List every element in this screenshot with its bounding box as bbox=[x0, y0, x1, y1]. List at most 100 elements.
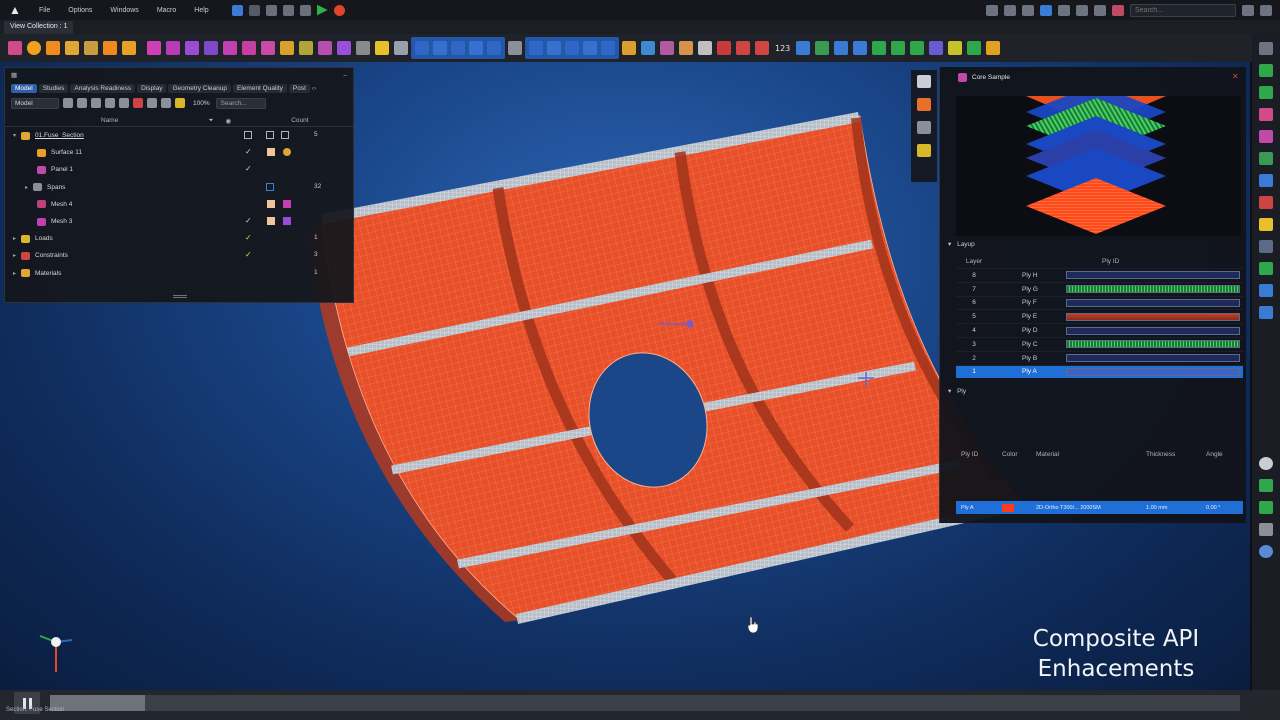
menu-help[interactable]: Help bbox=[185, 7, 217, 14]
name-filter-icon[interactable]: ⏷ bbox=[208, 117, 213, 125]
show-icon[interactable] bbox=[91, 98, 101, 108]
stack-tool-icon[interactable] bbox=[967, 41, 982, 55]
redo-icon[interactable] bbox=[248, 4, 260, 16]
list-icon[interactable] bbox=[161, 98, 171, 108]
cube-view-icon[interactable] bbox=[1259, 86, 1273, 99]
menu-options[interactable]: Options bbox=[59, 7, 101, 14]
sketch-icon[interactable] bbox=[1259, 218, 1273, 231]
tab-display[interactable]: Display bbox=[137, 83, 167, 93]
zoom-level[interactable]: 100% bbox=[193, 100, 210, 107]
geometry-tool-icon[interactable] bbox=[8, 41, 22, 55]
property-icon[interactable] bbox=[1259, 130, 1273, 143]
model-browser-toggle-icon[interactable] bbox=[1259, 64, 1273, 77]
tree-row-surface-11[interactable]: Surface 11 ✓ bbox=[5, 144, 353, 161]
display-box[interactable] bbox=[266, 182, 274, 191]
display-icon[interactable] bbox=[986, 4, 998, 16]
visible-check-icon[interactable]: ✓ bbox=[245, 234, 252, 242]
isolate-icon[interactable] bbox=[77, 98, 87, 108]
visible-check-icon[interactable]: ✓ bbox=[245, 165, 252, 173]
layup-row[interactable]: 3 Ply C bbox=[956, 336, 1243, 351]
ply-tool-icon[interactable] bbox=[815, 41, 830, 55]
solid-select-icon[interactable] bbox=[487, 41, 501, 55]
model-search-input[interactable]: Search... bbox=[215, 97, 266, 109]
menu-macro[interactable]: Macro bbox=[148, 7, 185, 14]
expand-arrow-icon[interactable]: ▾ bbox=[13, 132, 21, 139]
element-grid-icon[interactable] bbox=[601, 41, 615, 55]
beam-tool-icon[interactable] bbox=[280, 41, 294, 55]
undo-icon[interactable] bbox=[231, 4, 243, 16]
minimize-icon[interactable]: – bbox=[343, 72, 347, 79]
count-column[interactable]: Count bbox=[291, 117, 308, 124]
expand-arrow-icon[interactable]: ▸ bbox=[13, 270, 21, 277]
menu-icon[interactable] bbox=[1260, 4, 1272, 16]
material-cell[interactable]: 2D-Ortho T300/... 2000SM bbox=[1036, 505, 1146, 511]
settings-icon[interactable] bbox=[1022, 4, 1034, 16]
block-tool-icon[interactable] bbox=[122, 41, 136, 55]
view-collection-tab[interactable]: View Collection : 1 bbox=[4, 21, 74, 34]
graph-icon[interactable] bbox=[1259, 262, 1273, 275]
pin-tool-icon[interactable] bbox=[755, 41, 769, 55]
list-view-icon[interactable] bbox=[1259, 174, 1273, 187]
mesh-part-icon[interactable] bbox=[242, 41, 256, 55]
record-icon[interactable] bbox=[333, 4, 345, 16]
view-ply-icon[interactable] bbox=[917, 98, 931, 111]
core-sample-preview[interactable] bbox=[956, 96, 1241, 236]
surface-select-icon[interactable] bbox=[469, 41, 483, 55]
mesh-box-icon[interactable] bbox=[166, 41, 180, 55]
tree-row-mesh-3[interactable]: Mesh 3 ✓ bbox=[5, 213, 353, 230]
display-box[interactable] bbox=[266, 131, 274, 139]
table-icon[interactable] bbox=[1259, 240, 1273, 253]
nodes-tool-icon[interactable] bbox=[337, 41, 351, 55]
node-select-icon[interactable] bbox=[415, 41, 429, 55]
tree-row-spans[interactable]: ▸ Spans 32 bbox=[5, 179, 353, 196]
expand-icon[interactable] bbox=[119, 98, 129, 108]
spring-tool-icon[interactable] bbox=[717, 41, 731, 55]
globe-icon[interactable] bbox=[1259, 545, 1273, 558]
mass-tool-icon[interactable] bbox=[698, 41, 712, 55]
ply-section-header[interactable]: ▾ Ply bbox=[948, 387, 966, 395]
filter-view-icon[interactable] bbox=[1259, 196, 1273, 209]
sphere-tool-icon[interactable] bbox=[27, 41, 41, 55]
beam-section-icon[interactable] bbox=[834, 41, 849, 55]
user-icon[interactable] bbox=[1112, 4, 1124, 16]
constraint-tool-icon[interactable] bbox=[736, 41, 750, 55]
run-icon[interactable] bbox=[316, 4, 328, 16]
element-edge-icon[interactable] bbox=[547, 41, 561, 55]
paint-tool-icon[interactable] bbox=[986, 41, 1001, 55]
export-icon[interactable] bbox=[299, 4, 311, 16]
expand-arrow-icon[interactable]: ▸ bbox=[25, 184, 33, 191]
color-swatch[interactable] bbox=[267, 199, 275, 208]
ply-color-swatch[interactable] bbox=[1002, 503, 1014, 512]
close-icon[interactable]: ✕ bbox=[1232, 73, 1240, 81]
rigid-tool-icon[interactable] bbox=[660, 41, 674, 55]
tree-row-loads[interactable]: ▸ Loads ✓ 1 bbox=[5, 230, 353, 247]
shell-tool-icon[interactable] bbox=[910, 41, 925, 55]
curve-select-icon[interactable] bbox=[433, 41, 447, 55]
mesh-block-icon[interactable] bbox=[223, 41, 237, 55]
tree-row-panel-1[interactable]: Panel 1 ✓ bbox=[5, 161, 353, 178]
connect-tool-icon[interactable] bbox=[622, 41, 636, 55]
color-swatch[interactable] bbox=[267, 216, 275, 225]
tree-row-materials[interactable]: ▸ Materials 1 bbox=[5, 265, 353, 282]
tab-studies[interactable]: Studies bbox=[38, 83, 69, 93]
collapse-icon[interactable] bbox=[133, 98, 143, 108]
layup-row[interactable]: 4 Ply D bbox=[956, 323, 1243, 337]
thickness-cell[interactable]: 1.00 mm bbox=[1146, 505, 1206, 511]
collapse-arrow-icon[interactable]: ▾ bbox=[948, 388, 951, 395]
hide-icon[interactable] bbox=[105, 98, 115, 108]
element-face-icon[interactable] bbox=[565, 41, 579, 55]
tree-row-mesh-4[interactable]: Mesh 4 bbox=[5, 196, 353, 213]
column-name[interactable]: Name bbox=[101, 117, 118, 124]
move-tool-icon[interactable] bbox=[394, 41, 408, 55]
select-tool-icon[interactable] bbox=[356, 41, 370, 55]
pencil-tool-icon[interactable] bbox=[375, 41, 389, 55]
link-tool-icon[interactable] bbox=[641, 41, 655, 55]
load-tool-icon[interactable] bbox=[679, 41, 693, 55]
layup-row[interactable]: 5 Ply E bbox=[956, 309, 1243, 323]
visible-check-icon[interactable]: ✓ bbox=[245, 251, 252, 259]
ply-row-selected[interactable]: Ply A 2D-Ortho T300/... 2000SM 1.00 mm 0… bbox=[956, 501, 1243, 514]
view-camera-icon[interactable] bbox=[917, 75, 931, 88]
mesh-edit-icon[interactable] bbox=[261, 41, 275, 55]
expand-arrow-icon[interactable]: ▸ bbox=[13, 252, 21, 259]
tab-analysis-readiness[interactable]: Analysis Readiness bbox=[70, 83, 136, 93]
